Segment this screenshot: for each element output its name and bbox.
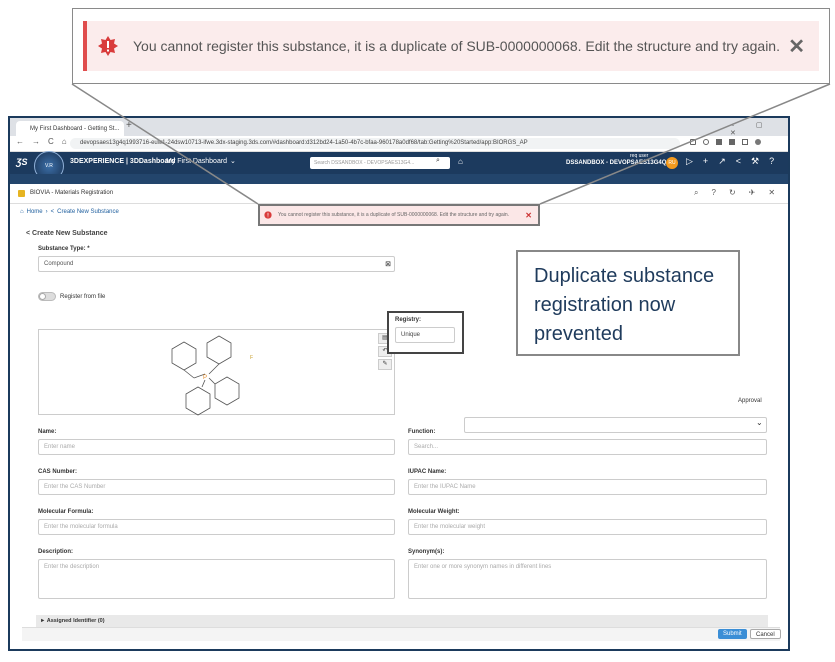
platform-brand: 3DEXPERIENCE | 3DDashboard xyxy=(70,158,176,165)
address-bar-row: ← → C ⌂ devopsaes13g4q1993716-euw1-24dsw… xyxy=(10,136,788,152)
window-controls: – ▢ ✕ xyxy=(730,122,773,137)
breadcrumb: ⌂ Home › < Create New Substance xyxy=(20,209,119,215)
breadcrumb-home[interactable]: Home xyxy=(27,209,43,215)
molecular-weight-input[interactable]: Enter the molecular weight xyxy=(408,519,767,535)
app-icon xyxy=(18,190,25,197)
error-callout-message: You cannot register this substance, it i… xyxy=(133,38,780,54)
description-textarea[interactable]: Enter the description xyxy=(38,559,395,599)
iupac-name-input[interactable]: Enter the IUPAC Name xyxy=(408,479,767,495)
clear-icon[interactable]: ⊠ xyxy=(385,258,391,272)
compass-label: V.R xyxy=(45,163,53,169)
home-icon[interactable]: ⌂ xyxy=(62,137,67,146)
ds-logo-icon: ƷS xyxy=(16,157,28,167)
annotation-callout: Duplicate substance registration now pre… xyxy=(516,250,740,356)
tenant-name[interactable]: DSSANDBOX - DEVOPSAES13G4Q xyxy=(566,160,666,166)
assigned-identifier-panel[interactable]: ► Assigned Identifier (0) xyxy=(36,615,768,627)
name-label: Name: xyxy=(38,429,57,435)
synonyms-textarea[interactable]: Enter one or more synonym names in diffe… xyxy=(408,559,767,599)
tab-strip: My First Dashboard - Getting St... ✕ + –… xyxy=(10,118,788,137)
url-field[interactable]: devopsaes13g4q1993716-euw1-24dsw10713-if… xyxy=(70,138,680,149)
phosphorus-atom-label: P xyxy=(203,375,207,381)
error-burst-icon xyxy=(264,211,272,219)
forward-share-icon[interactable]: ↗ xyxy=(718,156,726,167)
help-icon[interactable]: ? xyxy=(769,156,774,167)
toast-message: You cannot register this substance, it i… xyxy=(278,212,510,218)
structure-drawing-canvas[interactable]: P F xyxy=(38,329,395,416)
molecular-formula-input[interactable]: Enter the molecular formula xyxy=(38,519,395,535)
registry-label: Registry: xyxy=(395,317,422,323)
new-tab-button[interactable]: + xyxy=(126,120,132,131)
close-icon[interactable]: ✕ xyxy=(525,211,532,220)
reload-icon[interactable]: C xyxy=(48,137,54,146)
register-from-file-label: Register from file xyxy=(60,294,106,300)
home-icon[interactable]: ⌂ xyxy=(20,209,24,215)
platform-topbar: ƷS V.R 3DEXPERIENCE | 3DDashboard My Fir… xyxy=(10,151,788,181)
registry-value-field[interactable]: Unique xyxy=(395,327,455,343)
help-icon[interactable]: ? xyxy=(711,188,715,198)
extension-icons xyxy=(690,139,761,145)
breadcrumb-current: Create New Substance xyxy=(57,209,119,215)
search-icon[interactable]: ⌕ xyxy=(694,188,698,198)
cas-number-label: CAS Number: xyxy=(38,469,78,475)
tab-title: My First Dashboard - Getting St... xyxy=(30,125,120,132)
substance-type-label: Substance Type: * xyxy=(38,246,90,252)
browser-window: My First Dashboard - Getting St... ✕ + –… xyxy=(8,116,790,651)
search-icon[interactable]: ⌕ xyxy=(436,157,440,165)
molecule-structure: P F xyxy=(171,335,253,416)
register-from-file-toggle[interactable] xyxy=(38,292,56,301)
registry-field-highlight: Registry: Unique xyxy=(387,311,464,354)
tab-close-icon[interactable]: ✕ xyxy=(123,125,124,132)
app-title: BIOVIA - Materials Registration xyxy=(30,190,114,196)
submit-button[interactable]: Submit xyxy=(718,629,747,639)
error-callout-banner: You cannot register this substance, it i… xyxy=(83,21,819,71)
fluorine-atom-label: F xyxy=(250,355,253,361)
edit-icon[interactable]: ✎ xyxy=(378,359,392,370)
approval-label: Approval xyxy=(738,398,762,404)
tools-icon[interactable]: ⚒ xyxy=(751,156,759,167)
share-icon[interactable]: ▷ xyxy=(686,156,693,167)
page-title: < Create New Substance xyxy=(26,230,108,237)
dashboard-tabbar xyxy=(10,174,788,184)
tag-icon[interactable]: ⌂ xyxy=(458,157,463,166)
description-label: Description: xyxy=(38,549,74,555)
duplicate-error-toast: You cannot register this substance, it i… xyxy=(258,204,540,226)
annotation-text: Duplicate substance registration now pre… xyxy=(534,265,715,345)
close-icon[interactable]: ✕ xyxy=(788,34,805,59)
substance-type-select[interactable]: Compound ⊠ xyxy=(38,256,395,272)
search-input[interactable]: Search DSSANDBOX - DEVOPSAES13G4... xyxy=(310,157,450,169)
cas-number-input[interactable]: Enter the CAS Number xyxy=(38,479,395,495)
registry-select[interactable] xyxy=(464,417,767,433)
cancel-button[interactable]: Cancel xyxy=(750,629,781,639)
share-icon: < xyxy=(50,209,55,215)
share-icon: < xyxy=(26,230,31,237)
molecular-weight-label: Molecular Weight: xyxy=(408,509,460,515)
network-icon[interactable]: < xyxy=(736,156,741,167)
refresh-icon[interactable]: ↻ xyxy=(729,188,736,198)
molecular-formula-label: Molecular Formula: xyxy=(38,509,94,515)
close-icon[interactable]: ✕ xyxy=(768,188,775,198)
topbar-actions: ▷ + ↗ < ⚒ ? xyxy=(686,156,774,167)
function-search-input[interactable]: Search... xyxy=(408,439,767,455)
chevron-down-icon[interactable]: ⌄ xyxy=(756,418,763,427)
back-icon[interactable]: ← xyxy=(16,137,24,146)
user-name: req user xyxy=(630,153,649,159)
synonyms-label: Synonym(s): xyxy=(408,549,445,555)
iupac-name-label: IUPAC Name: xyxy=(408,469,447,475)
expand-icon: ► xyxy=(40,618,46,624)
error-burst-icon xyxy=(98,36,118,56)
pin-icon[interactable]: ✈ xyxy=(749,188,756,198)
function-label: Function: xyxy=(408,429,436,435)
add-icon[interactable]: + xyxy=(703,156,708,167)
browser-tab[interactable]: My First Dashboard - Getting St... ✕ xyxy=(16,121,124,136)
chevron-down-icon[interactable]: ⌄ xyxy=(230,157,236,165)
app-titlebar: BIOVIA - Materials Registration ⌕ ? ↻ ✈ … xyxy=(10,184,788,204)
error-callout-zoom: You cannot register this substance, it i… xyxy=(72,8,830,84)
forward-icon[interactable]: → xyxy=(32,137,40,146)
form-footer xyxy=(22,627,780,641)
avatar[interactable]: RU xyxy=(666,157,678,169)
dashboard-title[interactable]: My First Dashboard xyxy=(166,158,227,165)
name-input[interactable]: Enter name xyxy=(38,439,395,455)
